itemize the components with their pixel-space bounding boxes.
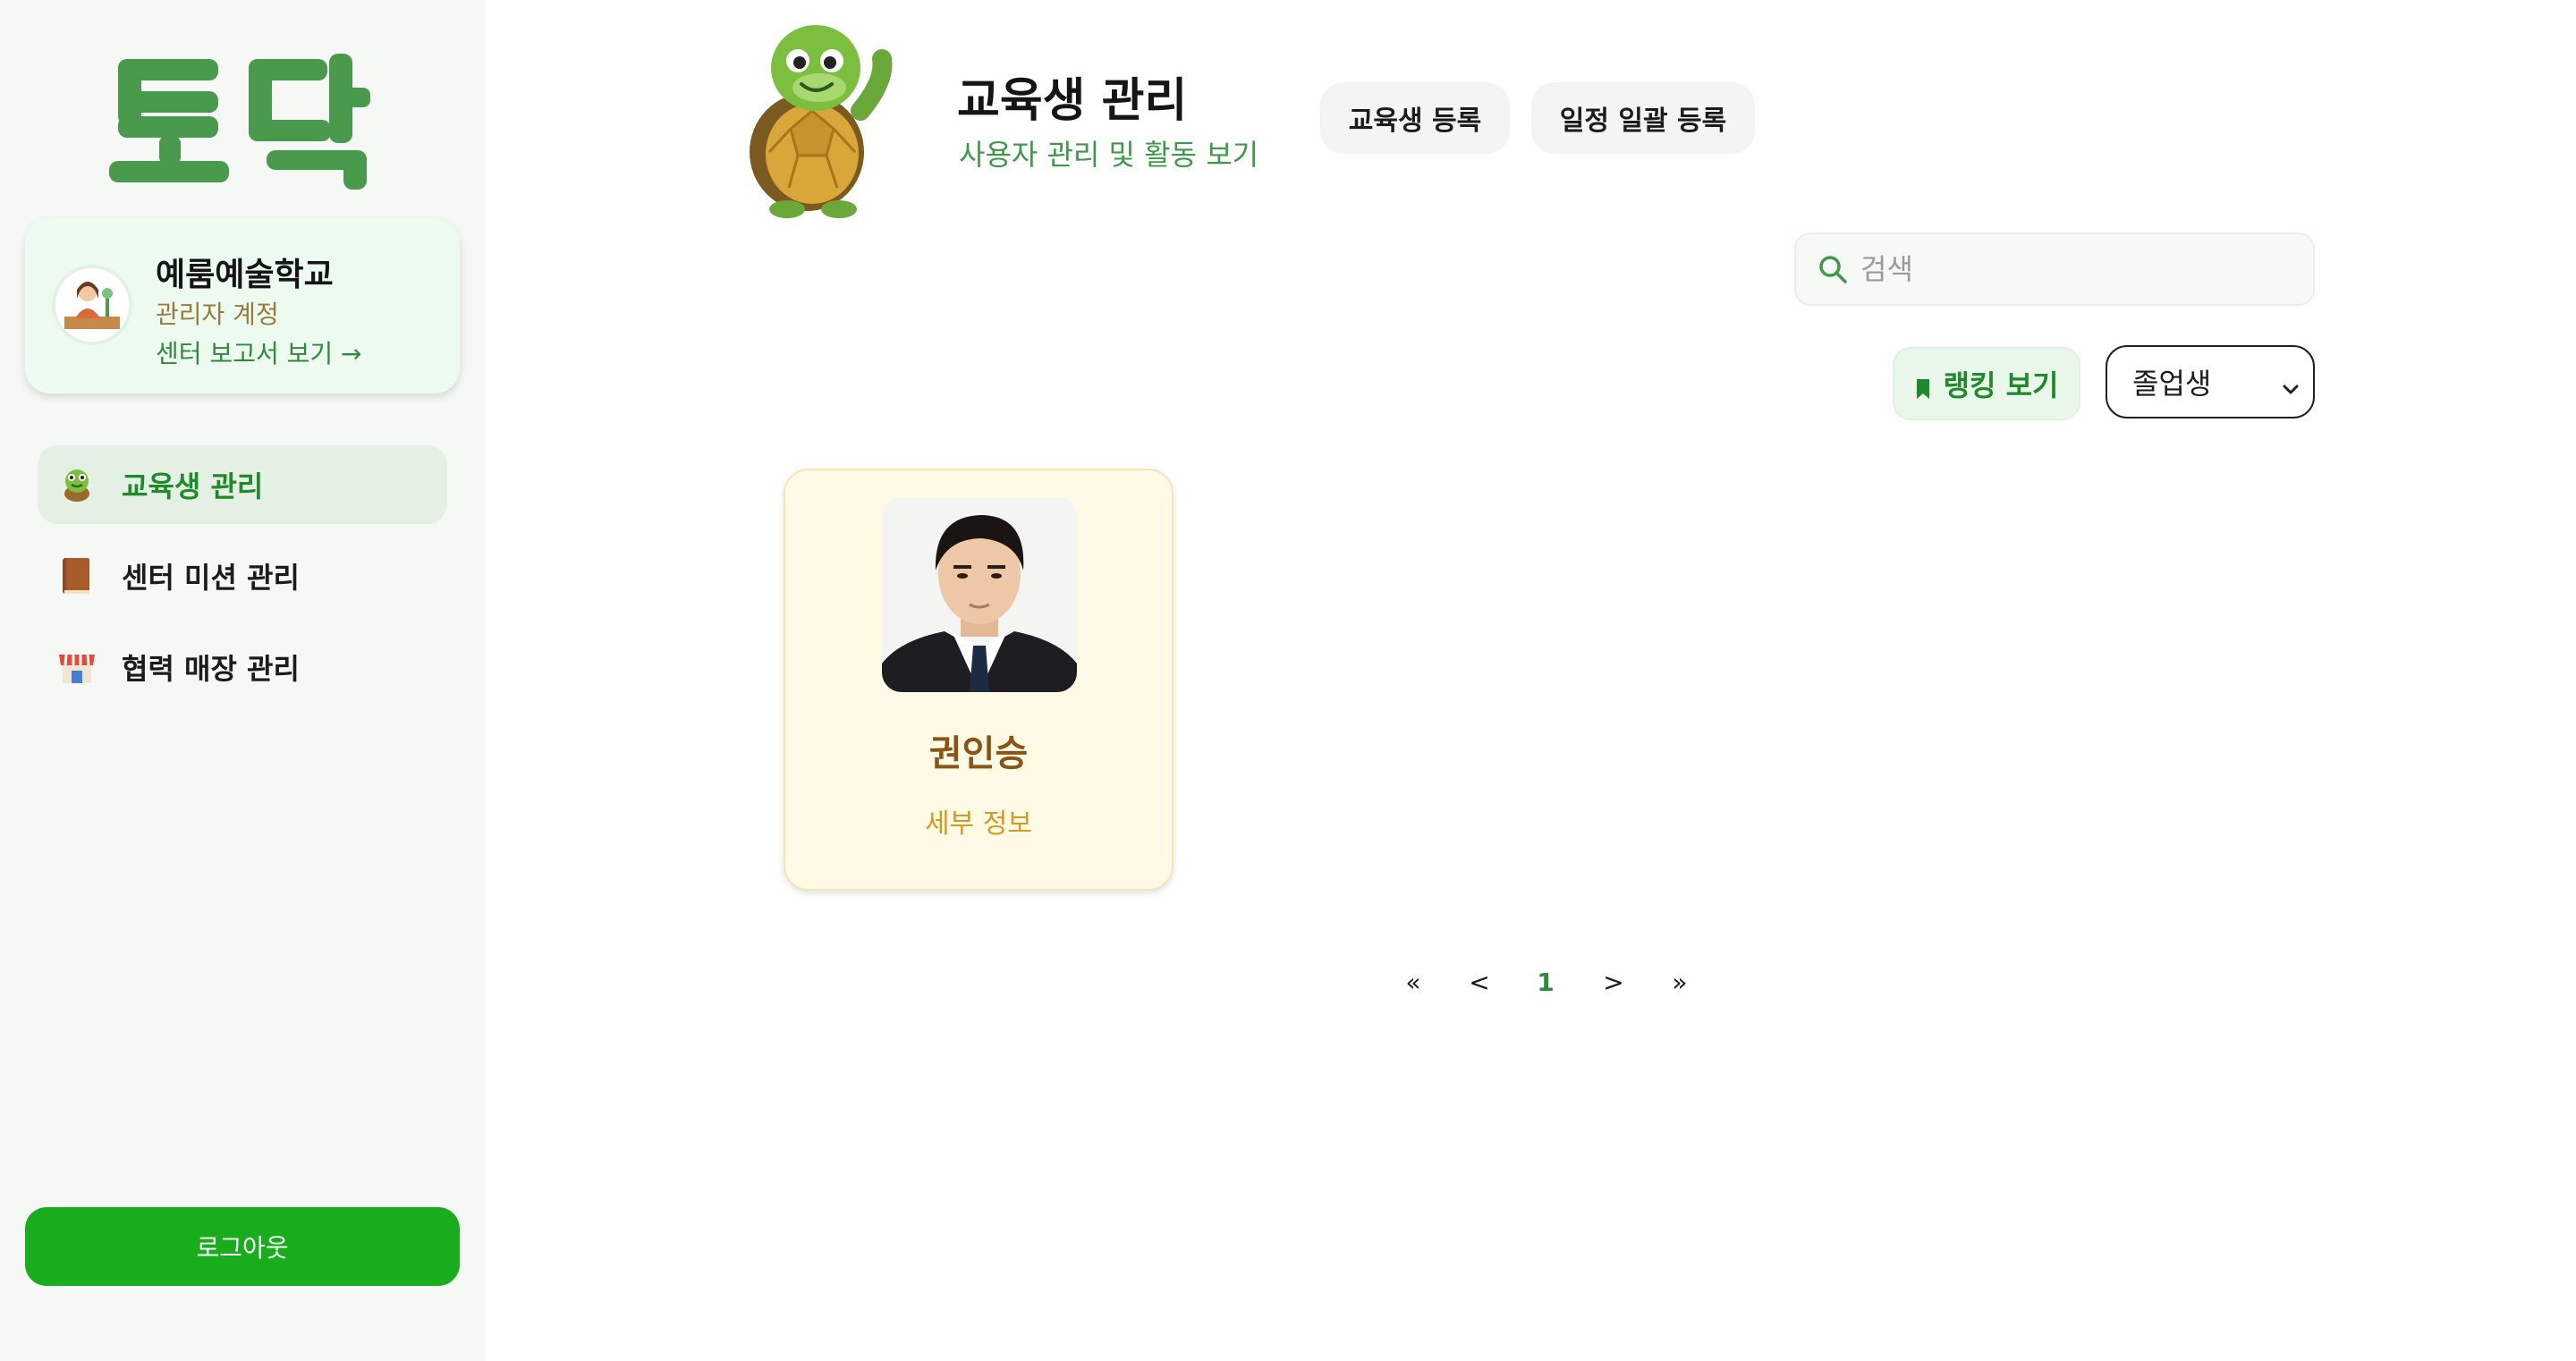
status-filter-value: 졸업생 (2132, 367, 2212, 401)
sidebar-item-missions[interactable]: 센터 미션 관리 (38, 537, 447, 615)
sidebar-item-students[interactable]: 교육생 관리 (38, 445, 447, 524)
pagination-prev[interactable]: < (1462, 968, 1497, 997)
center-report-link[interactable]: 센터 보고서 보기 → (156, 334, 361, 370)
sidebar-item-label: 교육생 관리 (122, 469, 264, 503)
sidebar-item-label: 센터 미션 관리 (122, 561, 300, 595)
chevron-down-icon (2281, 372, 2301, 394)
sidebar-item-label: 협력 매장 관리 (122, 652, 300, 686)
turtle-icon (55, 463, 98, 506)
search-box (1794, 232, 2315, 306)
avatar (55, 268, 129, 342)
profile-card: 예룸예술학교 관리자 계정 센터 보고서 보기 → (25, 218, 460, 393)
turtle-mascot-icon (733, 18, 903, 220)
logout-button[interactable]: 로그아웃 (25, 1207, 460, 1286)
sidebar-item-stores[interactable]: 협력 매장 관리 (38, 628, 447, 706)
ranking-button[interactable]: 랭킹 보기 (1893, 347, 2080, 420)
bookmark-icon (1915, 373, 1931, 399)
page-title: 교육생 관리 (957, 74, 1188, 128)
ranking-button-label: 랭킹 보기 (1943, 368, 2059, 402)
bulk-schedule-button[interactable]: 일정 일괄 등록 (1531, 82, 1755, 154)
pagination-first[interactable]: « (1395, 968, 1431, 997)
store-icon (55, 646, 98, 689)
search-icon (1818, 254, 1848, 284)
student-card[interactable]: 권인승 세부 정보 (784, 469, 1174, 891)
center-name: 예룸예술학교 (156, 257, 334, 293)
pagination-last[interactable]: » (1662, 968, 1698, 997)
student-name: 권인승 (928, 733, 1029, 774)
book-icon (55, 554, 98, 597)
student-photo (882, 497, 1077, 692)
pagination-next[interactable]: > (1596, 968, 1631, 997)
student-detail-link[interactable]: 세부 정보 (785, 801, 1172, 841)
brand-logo[interactable] (109, 50, 377, 193)
page-subtitle: 사용자 관리 및 활동 보기 (959, 138, 1259, 172)
search-input[interactable] (1860, 252, 2290, 286)
pagination-page-1[interactable]: 1 (1528, 968, 1563, 997)
register-student-button[interactable]: 교육생 등록 (1320, 82, 1510, 154)
status-filter-select[interactable]: 졸업생 (2106, 345, 2315, 418)
account-role: 관리자 계정 (156, 300, 279, 329)
sidebar: 예룸예술학교 관리자 계정 센터 보고서 보기 → 교육생 관리 센터 미션 관… (0, 0, 485, 1361)
